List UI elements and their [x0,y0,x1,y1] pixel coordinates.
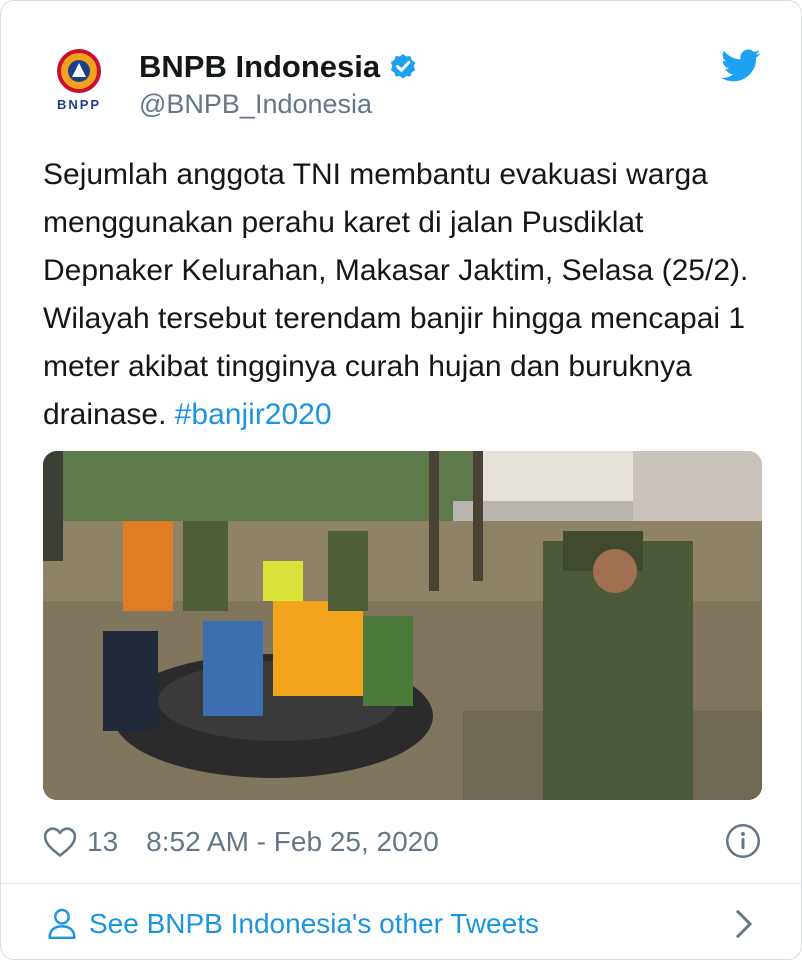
avatar-logo-text: BNPP [57,97,101,112]
flood-evacuation-photo [43,451,762,800]
verified-badge-icon [391,53,416,79]
tweet-timestamp[interactable]: 8:52 AM - Feb 25, 2020 [146,826,439,858]
author-name[interactable]: BNPB Indonesia [139,49,380,85]
footer-divider [1,883,801,884]
tweet-meta-row: 13 8:52 AM - Feb 25, 2020 [43,819,439,865]
tweet-text: Sejumlah anggota TNI membantu evakuasi w… [43,151,778,439]
tweet-card: BNPP BNPB Indonesia @BNPB_Indonesia Seju… [0,0,802,960]
author-name-row[interactable]: BNPB Indonesia [139,47,418,87]
author-handle[interactable]: @BNPB_Indonesia [139,89,372,120]
like-count[interactable]: 13 [87,826,118,858]
see-other-tweets-link[interactable]: See BNPB Indonesia's other Tweets [47,901,767,947]
see-other-tweets-label[interactable]: See BNPB Indonesia's other Tweets [89,908,539,940]
person-icon [48,908,76,940]
bnpb-logo-icon: BNPP [57,49,101,112]
info-icon[interactable] [725,823,761,859]
heart-icon[interactable] [43,826,77,858]
author-avatar[interactable]: BNPP [39,39,119,119]
tweet-body-text: Sejumlah anggota TNI membantu evakuasi w… [43,158,749,431]
hashtag-link[interactable]: #banjir2020 [175,398,332,431]
chevron-right-icon[interactable] [733,909,755,939]
twitter-bird-icon[interactable] [721,49,761,83]
tweet-photo[interactable] [43,451,762,800]
